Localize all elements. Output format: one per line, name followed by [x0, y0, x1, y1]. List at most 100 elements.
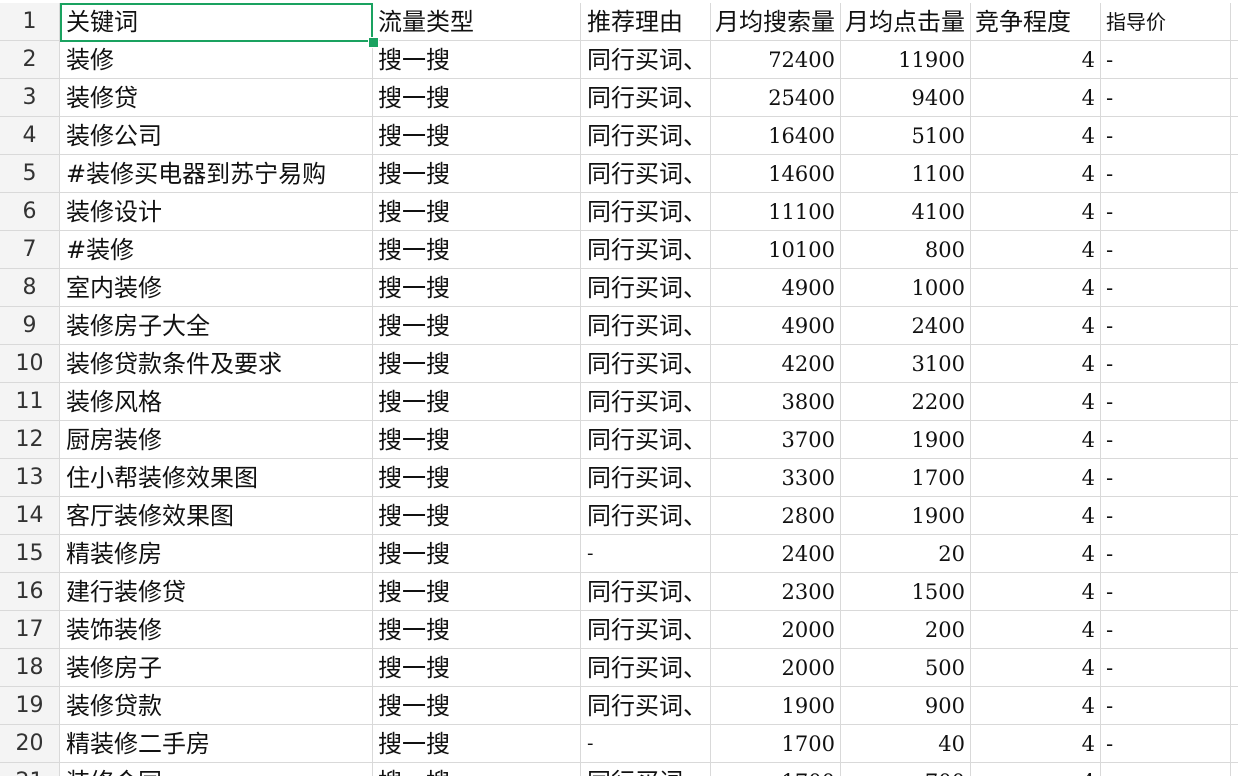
monthly-search-cell[interactable]: 3300	[711, 459, 841, 497]
keyword-cell[interactable]: 住小帮装修效果图	[60, 459, 373, 497]
traffic-type-cell[interactable]: 搜一搜	[373, 117, 581, 155]
reason-cell[interactable]: 同行买词、	[581, 459, 711, 497]
monthly-click-cell[interactable]: 500	[841, 649, 971, 687]
row-number[interactable]: 10	[0, 345, 60, 383]
empty-cell[interactable]	[1231, 535, 1238, 573]
row-number[interactable]: 1	[0, 3, 60, 41]
reason-cell[interactable]: 同行买词、	[581, 383, 711, 421]
header-cell-monthly-search[interactable]: 月均搜索量	[711, 3, 841, 41]
competition-cell[interactable]: 4	[971, 383, 1101, 421]
price-cell[interactable]: -	[1101, 611, 1231, 649]
price-cell[interactable]: -	[1101, 117, 1231, 155]
monthly-search-cell[interactable]: 1700	[711, 725, 841, 763]
price-cell[interactable]: -	[1101, 193, 1231, 231]
keyword-cell[interactable]: 装修合同	[60, 763, 373, 776]
competition-cell[interactable]: 4	[971, 155, 1101, 193]
spreadsheet-grid[interactable]: 1 关键词 流量类型 推荐理由 月均搜索量 月均点击量 竞争程度 指导价 2 装修…	[0, 0, 1238, 776]
monthly-search-cell[interactable]: 4900	[711, 269, 841, 307]
keyword-cell[interactable]: 装修房子	[60, 649, 373, 687]
empty-cell[interactable]	[1231, 383, 1238, 421]
price-cell[interactable]: -	[1101, 687, 1231, 725]
reason-cell[interactable]: -	[581, 725, 711, 763]
traffic-type-cell[interactable]: 搜一搜	[373, 725, 581, 763]
traffic-type-cell[interactable]: 搜一搜	[373, 193, 581, 231]
competition-cell[interactable]: 4	[971, 573, 1101, 611]
price-cell[interactable]: -	[1101, 459, 1231, 497]
empty-cell[interactable]	[1231, 231, 1238, 269]
monthly-search-cell[interactable]: 3700	[711, 421, 841, 459]
traffic-type-cell[interactable]: 搜一搜	[373, 763, 581, 776]
header-cell-reason[interactable]: 推荐理由	[581, 3, 711, 41]
header-cell-keyword[interactable]: 关键词	[60, 3, 373, 41]
keyword-cell[interactable]: 装修房子大全	[60, 307, 373, 345]
keyword-cell[interactable]: 精装修房	[60, 535, 373, 573]
monthly-search-cell[interactable]: 2000	[711, 649, 841, 687]
traffic-type-cell[interactable]: 搜一搜	[373, 649, 581, 687]
traffic-type-cell[interactable]: 搜一搜	[373, 687, 581, 725]
empty-cell[interactable]	[1231, 687, 1238, 725]
competition-cell[interactable]: 4	[971, 687, 1101, 725]
monthly-click-cell[interactable]: 4100	[841, 193, 971, 231]
monthly-click-cell[interactable]: 11900	[841, 41, 971, 79]
keyword-cell[interactable]: 装修	[60, 41, 373, 79]
empty-cell[interactable]	[1231, 459, 1238, 497]
row-number[interactable]: 19	[0, 687, 60, 725]
traffic-type-cell[interactable]: 搜一搜	[373, 421, 581, 459]
monthly-click-cell[interactable]: 1900	[841, 497, 971, 535]
competition-cell[interactable]: 4	[971, 41, 1101, 79]
reason-cell[interactable]: 同行买词、	[581, 421, 711, 459]
row-number[interactable]: 16	[0, 573, 60, 611]
competition-cell[interactable]: 4	[971, 421, 1101, 459]
traffic-type-cell[interactable]: 搜一搜	[373, 497, 581, 535]
traffic-type-cell[interactable]: 搜一搜	[373, 269, 581, 307]
monthly-search-cell[interactable]: 72400	[711, 41, 841, 79]
keyword-cell[interactable]: 装修风格	[60, 383, 373, 421]
monthly-search-cell[interactable]: 2800	[711, 497, 841, 535]
competition-cell[interactable]: 4	[971, 649, 1101, 687]
keyword-cell[interactable]: #装修买电器到苏宁易购	[60, 155, 373, 193]
header-cell-traffic-type[interactable]: 流量类型	[373, 3, 581, 41]
row-number[interactable]: 5	[0, 155, 60, 193]
reason-cell[interactable]: 同行买词、	[581, 269, 711, 307]
competition-cell[interactable]: 4	[971, 459, 1101, 497]
empty-cell[interactable]	[1231, 421, 1238, 459]
monthly-search-cell[interactable]: 11100	[711, 193, 841, 231]
monthly-click-cell[interactable]: 2400	[841, 307, 971, 345]
traffic-type-cell[interactable]: 搜一搜	[373, 383, 581, 421]
keyword-cell[interactable]: 精装修二手房	[60, 725, 373, 763]
price-cell[interactable]: -	[1101, 535, 1231, 573]
empty-cell[interactable]	[1231, 307, 1238, 345]
competition-cell[interactable]: 4	[971, 497, 1101, 535]
reason-cell[interactable]: 同行买词、	[581, 497, 711, 535]
empty-cell[interactable]	[1231, 611, 1238, 649]
empty-cell[interactable]	[1231, 79, 1238, 117]
empty-cell[interactable]	[1231, 725, 1238, 763]
reason-cell[interactable]: 同行买词、	[581, 117, 711, 155]
row-number[interactable]: 4	[0, 117, 60, 155]
price-cell[interactable]: -	[1101, 231, 1231, 269]
traffic-type-cell[interactable]: 搜一搜	[373, 459, 581, 497]
traffic-type-cell[interactable]: 搜一搜	[373, 573, 581, 611]
monthly-search-cell[interactable]: 4200	[711, 345, 841, 383]
price-cell[interactable]: -	[1101, 725, 1231, 763]
keyword-cell[interactable]: 装饰装修	[60, 611, 373, 649]
competition-cell[interactable]: 4	[971, 345, 1101, 383]
row-number[interactable]: 3	[0, 79, 60, 117]
reason-cell[interactable]: 同行买词、	[581, 687, 711, 725]
row-number[interactable]: 17	[0, 611, 60, 649]
reason-cell[interactable]: 同行买词、	[581, 649, 711, 687]
price-cell[interactable]: -	[1101, 41, 1231, 79]
price-cell[interactable]: -	[1101, 155, 1231, 193]
monthly-search-cell[interactable]: 14600	[711, 155, 841, 193]
price-cell[interactable]: -	[1101, 79, 1231, 117]
monthly-search-cell[interactable]: 2000	[711, 611, 841, 649]
header-cell-monthly-click[interactable]: 月均点击量	[841, 3, 971, 41]
keyword-cell[interactable]: 客厅装修效果图	[60, 497, 373, 535]
monthly-click-cell[interactable]: 3100	[841, 345, 971, 383]
monthly-search-cell[interactable]: 10100	[711, 231, 841, 269]
empty-cell[interactable]	[1231, 3, 1238, 41]
traffic-type-cell[interactable]: 搜一搜	[373, 345, 581, 383]
monthly-click-cell[interactable]: 2200	[841, 383, 971, 421]
monthly-click-cell[interactable]: 900	[841, 687, 971, 725]
row-number[interactable]: 11	[0, 383, 60, 421]
